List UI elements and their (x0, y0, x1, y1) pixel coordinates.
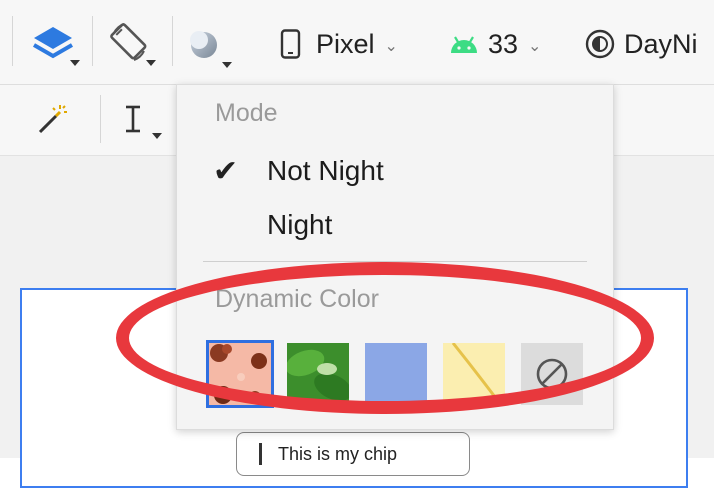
top-toolbar: Pixel ⌄ 33 ⌄ DayNi (0, 0, 714, 85)
menu-divider (203, 261, 587, 262)
api-level-selector[interactable]: 33 ⌄ (448, 22, 541, 66)
toolbar-divider (92, 16, 93, 66)
wallpaper-coral-flowers-icon (209, 343, 271, 405)
chevron-down-icon: ⌄ (384, 38, 398, 55)
chip-label: This is my chip (278, 443, 398, 464)
device-selector[interactable]: Pixel ⌄ (280, 22, 398, 66)
swatch-yellow[interactable] (443, 342, 505, 406)
chip-icon (259, 443, 262, 465)
design-surface-button[interactable] (30, 20, 86, 68)
text-cursor-icon (126, 105, 140, 133)
no-dynamic-color-icon (536, 358, 568, 390)
menu-item-label: Night (267, 209, 333, 240)
toolbar-divider (12, 16, 13, 66)
caret-icon (70, 60, 80, 66)
chip-preview[interactable]: This is my chip (236, 432, 470, 476)
swatch-none[interactable] (521, 343, 583, 405)
night-mode-icon (190, 31, 217, 58)
wallpaper-green-leaves-icon (285, 343, 352, 405)
swatch-blue[interactable] (365, 343, 427, 405)
phone-icon (280, 29, 301, 59)
theme-icon (585, 29, 615, 59)
wallpaper-yellow-icon (443, 342, 505, 406)
theme-label: DayNi (624, 28, 698, 59)
swatch-coral-flowers[interactable] (206, 340, 274, 408)
night-mode-dropdown-menu: Mode ✔ Not Night Night Dynamic Color (176, 84, 614, 430)
magic-wand-icon (38, 105, 67, 134)
theme-selector[interactable]: DayNi (584, 22, 698, 66)
menu-item-night[interactable]: Night (177, 203, 615, 247)
magic-wand-button[interactable] (34, 99, 74, 139)
chevron-down-icon: ⌄ (528, 38, 542, 55)
caret-icon (152, 133, 162, 139)
dynamic-color-section-header: Dynamic Color (215, 285, 379, 313)
device-label: Pixel (316, 28, 375, 59)
mode-section-header: Mode (215, 99, 278, 127)
layers-icon (32, 27, 74, 59)
swatch-green-leaves[interactable] (285, 343, 352, 405)
menu-item-label: Not Night (267, 155, 384, 186)
toolbar-divider (100, 95, 101, 143)
orientation-button[interactable] (106, 16, 162, 68)
checkmark-icon: ✔ (213, 154, 239, 188)
menu-item-not-night[interactable]: ✔ Not Night (177, 149, 615, 193)
caret-icon (222, 62, 232, 68)
caret-icon (146, 60, 156, 66)
api-level-label: 33 (488, 28, 519, 59)
toolbar-divider (172, 16, 173, 66)
text-align-button[interactable] (120, 99, 166, 143)
android-icon (451, 36, 477, 53)
night-mode-button[interactable] (186, 20, 238, 70)
rotate-device-icon (110, 23, 147, 61)
